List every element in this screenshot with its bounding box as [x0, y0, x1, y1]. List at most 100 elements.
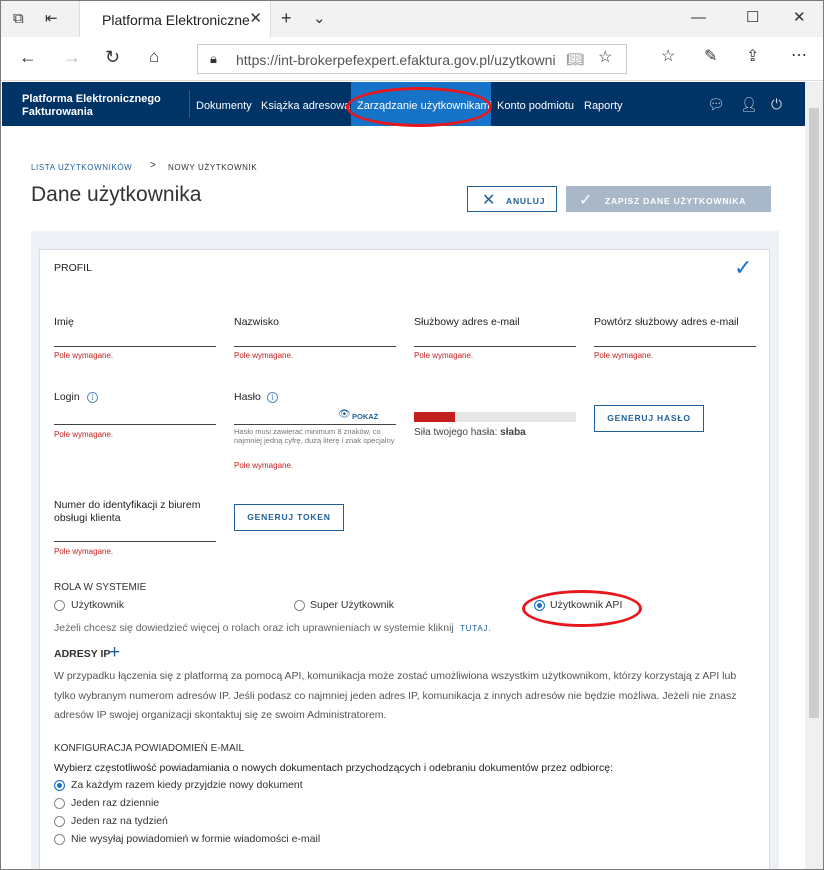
browser-window: ⧉ ⇤ Platforma Elektroniczne ✕ + ⌄ — ☐ ✕ … — [0, 0, 824, 870]
password-strength-fill — [414, 412, 455, 422]
roles-section-title: ROLA W SYSTEMIE — [54, 582, 147, 593]
email-repeat-label: Powtórz służbowy adres e-mail — [594, 316, 739, 328]
notify-label-none[interactable]: Nie wysyłaj powiadomień w formie wiadomo… — [71, 833, 320, 845]
power-icon[interactable]: ⏻ — [771, 96, 782, 113]
breadcrumb-current: NOWY UŻYTKOWNIK — [168, 163, 258, 172]
email-repeat-error: Pole wymagane. — [594, 351, 654, 360]
favorites-icon[interactable]: ☆ — [661, 49, 675, 65]
notify-label-daily[interactable]: Jeden raz dziennie — [71, 797, 159, 809]
email-error: Pole wymagane. — [414, 351, 474, 360]
chat-icon[interactable]: 💬︎ — [707, 96, 725, 113]
brand-title[interactable]: Platforma Elektronicznego Fakturowania — [22, 93, 182, 119]
password-strength-text: Siła twojego hasła: słaba — [414, 427, 526, 438]
login-label: Login — [54, 391, 80, 403]
breadcrumb-separator: > — [150, 160, 157, 171]
check-icon: ✓ — [579, 192, 594, 209]
notify-radio-weekly[interactable] — [54, 816, 65, 827]
id-number-label: Numer do identyfikacji z biurem obsługi … — [54, 499, 201, 524]
home-icon[interactable]: ⌂ — [149, 48, 159, 65]
roles-hint: Jeżeli chcesz się dowiedzieć więcej o ro… — [54, 622, 454, 634]
add-ip-icon[interactable]: + — [109, 642, 120, 664]
annotation-oval-nav — [346, 87, 492, 127]
nav-item-raporty[interactable]: Raporty — [584, 100, 623, 112]
role-radio-super-user[interactable] — [294, 600, 305, 611]
back-icon[interactable]: ← — [19, 48, 37, 66]
show-password-link[interactable]: POKAŻ — [352, 412, 378, 421]
eye-icon[interactable]: 👁︎ — [338, 409, 351, 420]
favorite-star-icon[interactable]: ☆ — [598, 50, 612, 66]
role-label-user[interactable]: Użytkownik — [71, 599, 124, 611]
notifications-question: Wybierz częstotliwość powiadamiania o no… — [54, 762, 614, 774]
first-name-label: Imię — [54, 316, 74, 328]
more-icon[interactable]: ⋯ — [791, 48, 807, 64]
email-label: Służbowy adres e-mail — [414, 316, 520, 328]
role-label-super-user[interactable]: Super Użytkownik — [310, 599, 394, 611]
id-number-error: Pole wymagane. — [54, 547, 114, 556]
role-radio-user[interactable] — [54, 600, 65, 611]
notify-label-each[interactable]: Za każdym razem kiedy przyjdzie nowy dok… — [71, 779, 303, 791]
login-input[interactable] — [54, 424, 216, 425]
strength-value: słaba — [500, 427, 526, 438]
last-name-input[interactable] — [234, 346, 396, 347]
roles-hint-link[interactable]: TUTAJ. — [460, 624, 491, 633]
password-info-icon[interactable]: i — [267, 392, 278, 403]
notify-label-weekly[interactable]: Jeden raz na tydzień — [71, 815, 168, 827]
url-field[interactable]: 🔒︎ https://int-brokerpefexpert.efaktura.… — [197, 44, 627, 74]
refresh-icon[interactable]: ↻ — [105, 48, 120, 66]
email-input[interactable] — [414, 346, 576, 347]
password-input[interactable] — [234, 424, 396, 425]
password-error: Pole wymagane. — [234, 461, 294, 470]
set-aside-tabs-icon[interactable]: ⇤ — [45, 11, 58, 27]
cancel-button[interactable]: ✕ ANULUJ — [467, 186, 557, 212]
last-name-error: Pole wymagane. — [234, 351, 294, 360]
maximize-icon[interactable]: ☐ — [746, 10, 759, 26]
tab-list-chevron-icon[interactable]: ⌄ — [313, 11, 326, 27]
ip-description: W przypadku łączenia się z platformą za … — [54, 670, 737, 721]
pen-icon[interactable]: ✎ — [704, 49, 717, 65]
notify-radio-daily[interactable] — [54, 798, 65, 809]
last-name-label: Nazwisko — [234, 316, 279, 328]
url-text: https://int-brokerpefexpert.efaktura.gov… — [236, 52, 556, 68]
nav-item-dokumenty[interactable]: Dokumenty — [196, 100, 252, 112]
share-icon[interactable]: ⇪ — [746, 49, 759, 65]
notifications-section-title: KONFIGURACJA POWIADOMIEŃ E-MAIL — [54, 743, 245, 754]
nav-divider — [189, 90, 190, 118]
scrollbar[interactable] — [805, 82, 823, 869]
tab-actions-icon[interactable]: ⧉ — [13, 11, 24, 27]
browser-tab[interactable]: Platforma Elektroniczne ✕ — [79, 1, 271, 37]
generate-password-button[interactable]: GENERUJ HASŁO — [594, 405, 704, 432]
notify-radio-each[interactable] — [54, 780, 65, 791]
reading-view-icon[interactable]: 📖︎ — [566, 51, 584, 67]
cancel-label: ANULUJ — [506, 196, 546, 206]
forward-icon[interactable]: → — [63, 48, 81, 66]
nav-item-ksiazka-adresowa[interactable]: Książka adresowa — [261, 100, 350, 112]
strength-prefix: Siła twojego hasła: — [414, 427, 498, 438]
email-repeat-input[interactable] — [594, 346, 756, 347]
breadcrumb-parent[interactable]: LISTA UŻYTKOWNIKÓW — [31, 163, 132, 172]
id-number-input[interactable] — [54, 541, 216, 542]
save-label: ZAPISZ DANE UŻYTKOWNIKA — [605, 196, 747, 206]
password-label: Hasło — [234, 391, 261, 403]
generate-token-button[interactable]: GENERUJ TOKEN — [234, 504, 344, 531]
tab-bar: ⧉ ⇤ Platforma Elektroniczne ✕ + ⌄ — ☐ ✕ — [1, 1, 823, 37]
scrollbar-thumb[interactable] — [809, 108, 819, 718]
new-tab-icon[interactable]: + — [281, 9, 292, 27]
user-icon[interactable]: 👤︎ — [740, 96, 758, 113]
lock-icon: 🔒︎ — [210, 51, 217, 66]
address-toolbar: ← → ↻ ⌂ 🔒︎ https://int-brokerpefexpert.e… — [1, 37, 823, 81]
first-name-input[interactable] — [54, 346, 216, 347]
window-close-icon[interactable]: ✕ — [793, 10, 806, 26]
annotation-oval-role — [522, 590, 642, 627]
save-user-button[interactable]: ✓ ZAPISZ DANE UŻYTKOWNIKA — [566, 186, 771, 212]
notify-radio-none[interactable] — [54, 834, 65, 845]
password-strength-meter — [414, 412, 576, 422]
close-tab-icon[interactable]: ✕ — [249, 9, 262, 27]
section-check-icon: ✓ — [734, 255, 753, 280]
tab-title: Platforma Elektroniczne — [102, 12, 250, 28]
nav-item-konto-podmiotu[interactable]: Konto podmiotu — [497, 100, 574, 112]
profile-section-title: PROFIL — [54, 262, 92, 274]
ip-section-title: ADRESY IP — [54, 648, 111, 660]
login-error: Pole wymagane. — [54, 430, 114, 439]
minimize-icon[interactable]: — — [691, 10, 706, 26]
login-info-icon[interactable]: i — [87, 392, 98, 403]
